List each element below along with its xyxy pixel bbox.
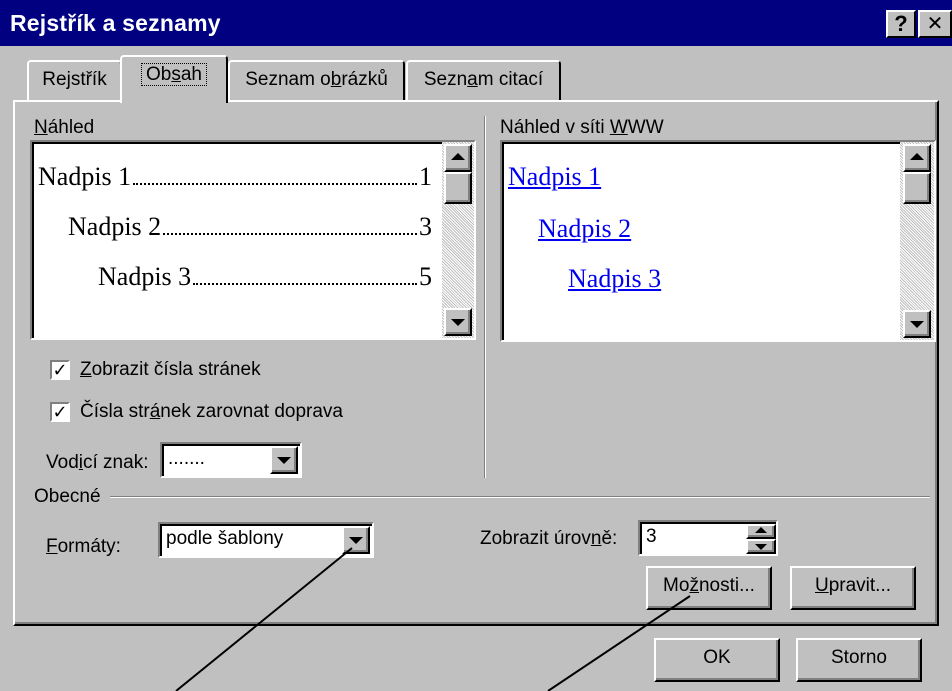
leader-dots (133, 183, 417, 185)
chevron-down-icon (349, 537, 363, 544)
leader-dots (193, 283, 417, 285)
close-icon: ✕ (926, 13, 944, 35)
arrow-down-icon (910, 321, 924, 328)
general-separator (110, 496, 930, 498)
levels-down-button[interactable] (746, 539, 776, 554)
dialog-title: Rejstřík a seznamy (10, 10, 221, 36)
print-preview-box[interactable]: Nadpis 11 Nadpis 23 Nadpis 35 (30, 140, 476, 340)
levels-up-button[interactable] (746, 524, 776, 539)
scroll-thumb[interactable] (903, 172, 931, 204)
arrow-up-icon (755, 526, 767, 533)
tab-leader-dropdown-button[interactable] (270, 446, 298, 474)
web-preview-link-2[interactable]: Nadpis 2 (538, 214, 631, 244)
close-button[interactable]: ✕ (918, 10, 952, 38)
scroll-thumb[interactable] (444, 172, 472, 204)
right-align-label[interactable]: Čísla stránek zarovnat doprava (80, 401, 343, 423)
tab-leader-label: Vodicí znak: (46, 452, 149, 473)
tab-contents[interactable]: Obsah (120, 55, 228, 103)
right-align-checkbox[interactable]: ✓ (50, 402, 70, 422)
toc-preview-row: Nadpis 23 (68, 212, 432, 241)
levels-spinner[interactable]: 3 (638, 520, 778, 556)
check-icon: ✓ (52, 360, 68, 380)
scroll-up-button[interactable] (444, 144, 472, 172)
tab-leader-value: ....... (168, 448, 205, 469)
arrow-down-icon (451, 319, 465, 326)
cancel-button[interactable]: Storno (796, 638, 922, 682)
scroll-down-button[interactable] (903, 310, 931, 338)
tab-index[interactable]: Rejstřík (27, 60, 122, 100)
help-button[interactable]: ? (886, 10, 916, 38)
formats-value: podle šablony (166, 528, 284, 549)
arrow-up-icon (910, 153, 924, 160)
levels-value: 3 (646, 526, 657, 547)
show-page-numbers-checkbox[interactable]: ✓ (50, 360, 70, 380)
tab-leader-select[interactable]: ....... (160, 442, 302, 478)
web-preview-link-3[interactable]: Nadpis 3 (568, 264, 661, 294)
formats-dropdown-button[interactable] (342, 526, 370, 554)
dialog-window: Rejstřík a seznamy ? ✕ Rejstřík Obsah Se… (0, 0, 952, 691)
general-section-label: Obecné (34, 486, 101, 507)
tab-figures[interactable]: Seznam obrázků (228, 60, 405, 100)
web-preview-label: Náhled v síti WWW (500, 117, 664, 138)
toc-preview-row: Nadpis 35 (98, 262, 432, 291)
ok-button[interactable]: OK (654, 638, 780, 682)
formats-select[interactable]: podle šablony (158, 522, 374, 558)
tab-focus-label: Obsah (141, 63, 207, 86)
toc-preview-row: Nadpis 11 (38, 162, 432, 191)
options-button[interactable]: Možnosti... (646, 566, 772, 610)
chevron-down-icon (277, 457, 291, 464)
tab-citations[interactable]: Seznam citací (406, 60, 561, 100)
web-preview-link-1[interactable]: Nadpis 1 (508, 162, 601, 192)
vertical-separator (484, 116, 486, 478)
web-preview-box[interactable]: Nadpis 1 Nadpis 2 Nadpis 3 (500, 140, 936, 342)
modify-button[interactable]: Upravit... (790, 566, 916, 610)
scroll-down-button[interactable] (444, 308, 472, 336)
levels-label: Zobrazit úrovně: (480, 528, 618, 549)
title-bar[interactable]: Rejstřík a seznamy ? ✕ (0, 0, 952, 46)
show-page-numbers-label[interactable]: Zobrazit čísla stránek (80, 359, 261, 381)
formats-label: Formáty: (46, 536, 121, 557)
scroll-up-button[interactable] (903, 144, 931, 172)
arrow-up-icon (451, 153, 465, 160)
check-icon: ✓ (52, 402, 68, 422)
arrow-down-icon (755, 543, 767, 550)
preview-label: Náhled (34, 117, 95, 138)
leader-dots (163, 233, 417, 235)
